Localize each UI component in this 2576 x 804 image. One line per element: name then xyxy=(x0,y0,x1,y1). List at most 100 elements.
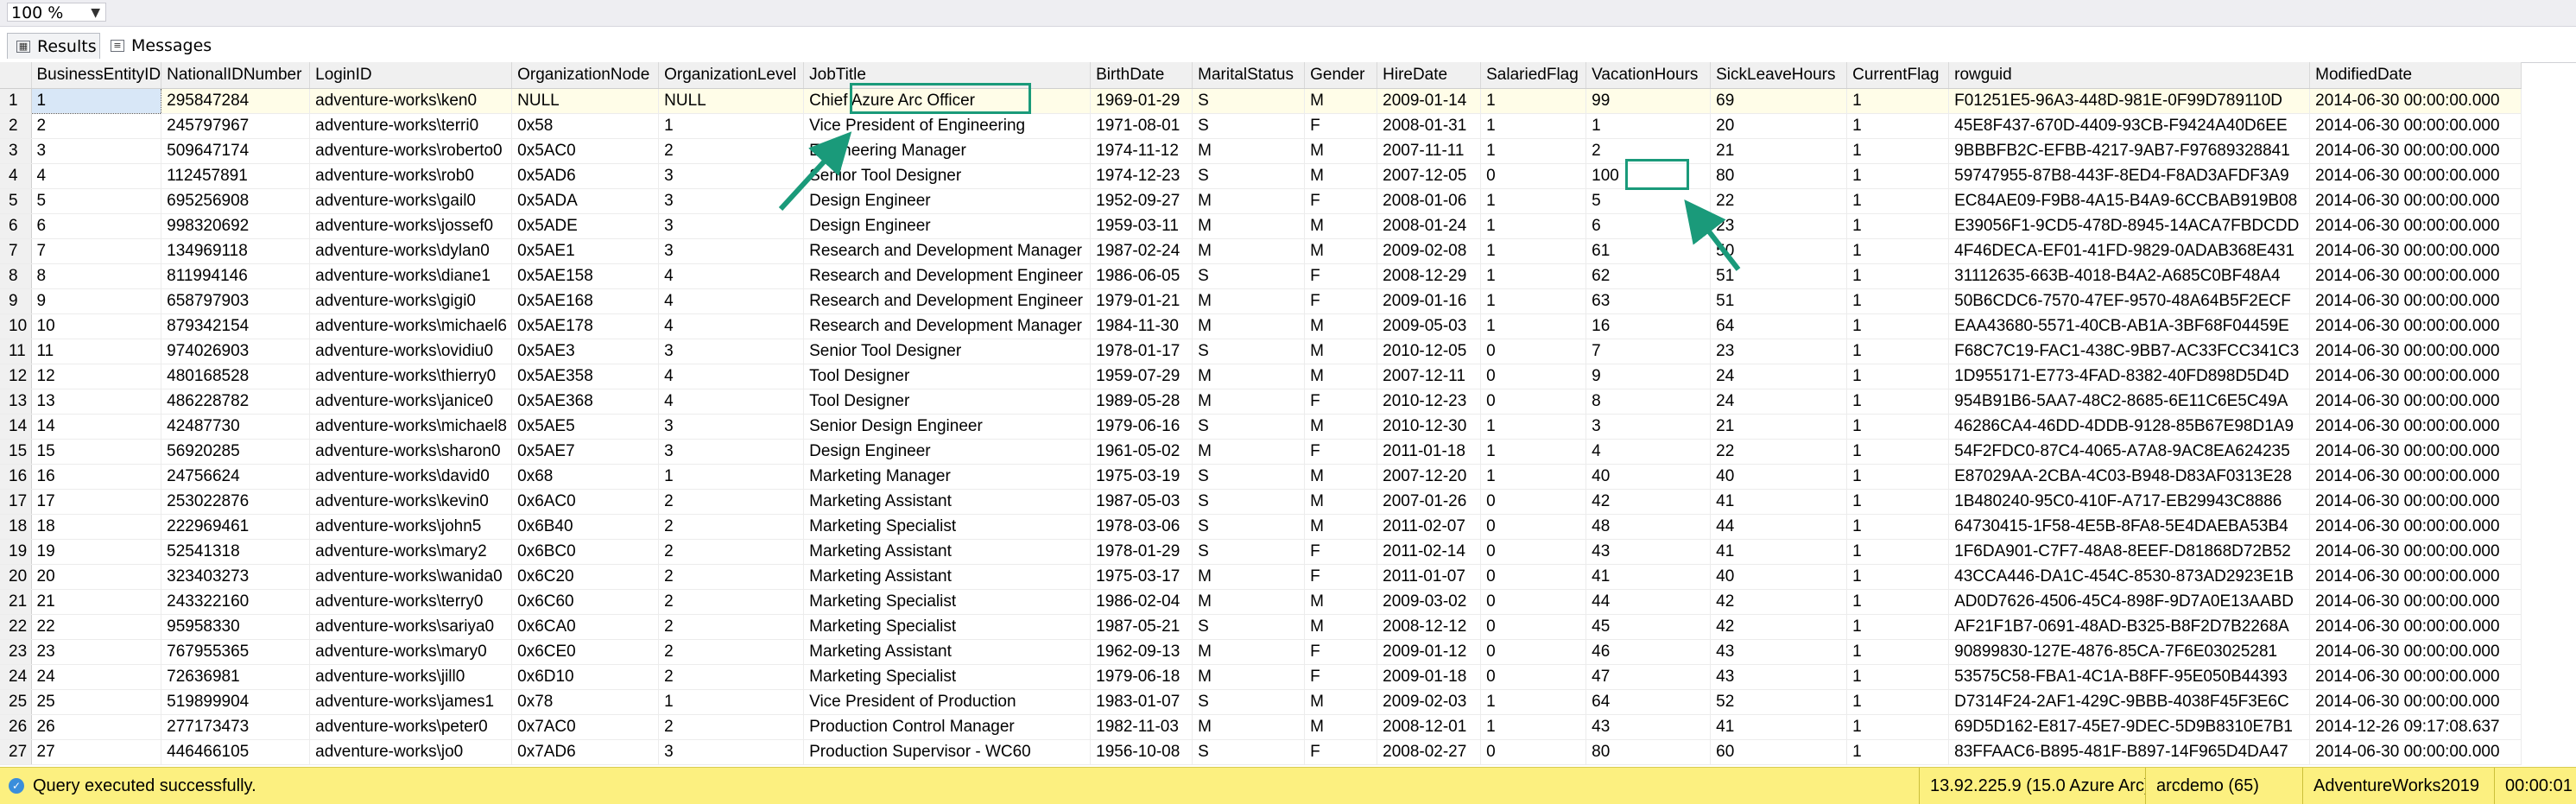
table-cell[interactable]: 3 xyxy=(658,188,805,214)
table-cell[interactable]: S xyxy=(1192,514,1306,540)
table-cell[interactable]: 1D955171-E773-4FAD-8382-40FD898D5D4D xyxy=(1948,364,2311,389)
table-cell[interactable]: M xyxy=(1304,464,1378,490)
table-cell[interactable]: 2009-01-18 xyxy=(1377,664,1482,690)
table-cell[interactable]: Senior Tool Designer xyxy=(803,163,1092,189)
row-number[interactable]: 5 xyxy=(0,188,32,214)
table-row[interactable]: 17 17 253022876 adventure-works\kevin0 0x6AC… xyxy=(0,489,2522,515)
table-cell[interactable]: 64 xyxy=(1585,689,1712,715)
column-header[interactable]: ModifiedDate xyxy=(2309,62,2522,89)
table-cell[interactable]: 1 xyxy=(1480,188,1587,214)
table-cell[interactable]: M xyxy=(1192,564,1306,590)
table-cell[interactable]: 2007-12-11 xyxy=(1377,364,1482,389)
table-row[interactable]: 1 1 295847284 adventure-works\ken0 NULL NULL C… xyxy=(0,87,2522,114)
table-cell[interactable]: 1 xyxy=(1846,313,1950,339)
table-cell[interactable]: 253022876 xyxy=(161,489,311,515)
table-cell[interactable]: 2 xyxy=(658,539,805,565)
table-cell[interactable]: 2 xyxy=(658,514,805,540)
table-cell[interactable]: 95958330 xyxy=(161,614,311,640)
table-row[interactable]: 14 14 42487730 adventure-works\michael8 0x5A… xyxy=(0,414,2522,440)
table-cell[interactable]: 2010-12-05 xyxy=(1377,339,1482,364)
table-cell[interactable]: S xyxy=(1192,539,1306,565)
table-cell[interactable]: 1 xyxy=(1846,639,1950,665)
column-header[interactable]: CurrentFlag xyxy=(1846,62,1950,89)
table-cell[interactable]: 40 xyxy=(1710,464,1848,490)
table-cell[interactable]: 69D5D162-E817-45E7-9DEC-5D9B8310E7B1 xyxy=(1948,714,2311,740)
table-cell[interactable]: Research and Development Engineer xyxy=(803,288,1092,314)
table-cell[interactable]: Vice President of Engineering xyxy=(803,113,1092,139)
table-cell[interactable]: 1978-01-29 xyxy=(1090,539,1193,565)
table-cell[interactable]: Marketing Assistant xyxy=(803,489,1092,515)
table-cell[interactable]: 9 xyxy=(1585,364,1712,389)
table-cell[interactable]: 1952-09-27 xyxy=(1090,188,1193,214)
results-grid[interactable]: BusinessEntityID NationalIDNumber LoginID O… xyxy=(0,62,2576,767)
table-cell[interactable]: 24 xyxy=(1710,389,1848,415)
table-cell[interactable]: 8 xyxy=(31,263,162,289)
table-cell[interactable]: S xyxy=(1192,614,1306,640)
table-cell[interactable]: M xyxy=(1304,138,1378,164)
table-cell[interactable]: 41 xyxy=(1710,714,1848,740)
table-cell[interactable]: 1 xyxy=(1846,88,1950,114)
table-cell[interactable]: 20 xyxy=(1710,113,1848,139)
table-cell[interactable]: S xyxy=(1192,88,1306,114)
table-cell[interactable]: 1 xyxy=(1846,664,1950,690)
table-cell[interactable]: adventure-works\kevin0 xyxy=(309,489,513,515)
table-cell[interactable]: 0x5AE3 xyxy=(511,339,660,364)
table-cell[interactable]: 2014-06-30 00:00:00.000 xyxy=(2309,163,2522,189)
table-cell[interactable]: E87029AA-2CBA-4C03-B948-D83AF0313E28 xyxy=(1948,464,2311,490)
table-cell[interactable]: 2007-12-05 xyxy=(1377,163,1482,189)
table-cell[interactable]: adventure-works\mary0 xyxy=(309,639,513,665)
table-cell[interactable]: AF21F1B7-0691-48AD-B325-B8F2D7B2268A xyxy=(1948,614,2311,640)
table-cell[interactable]: 1 xyxy=(1480,689,1587,715)
table-cell[interactable]: 2014-06-30 00:00:00.000 xyxy=(2309,539,2522,565)
table-cell[interactable]: 1 xyxy=(1846,539,1950,565)
table-cell[interactable]: 13 xyxy=(31,389,162,415)
table-cell[interactable]: 48 xyxy=(1585,514,1712,540)
table-cell[interactable]: 767955365 xyxy=(161,639,311,665)
table-cell[interactable]: 2008-01-31 xyxy=(1377,113,1482,139)
table-cell[interactable]: Vice President of Production xyxy=(803,689,1092,715)
table-cell[interactable]: F xyxy=(1304,639,1378,665)
table-cell[interactable]: 1 xyxy=(30,87,162,114)
table-cell[interactable]: 3 xyxy=(658,163,805,189)
row-number[interactable]: 15 xyxy=(0,439,32,465)
table-cell[interactable]: 1975-03-17 xyxy=(1090,564,1193,590)
table-cell[interactable]: M xyxy=(1192,213,1306,239)
table-cell[interactable]: 2014-06-30 00:00:00.000 xyxy=(2309,113,2522,139)
table-cell[interactable]: 0x5AE1 xyxy=(511,238,660,264)
table-cell[interactable]: 1 xyxy=(658,113,805,139)
table-cell[interactable]: 4 xyxy=(1585,439,1712,465)
table-cell[interactable]: 2014-06-30 00:00:00.000 xyxy=(2309,689,2522,715)
table-cell[interactable]: 0 xyxy=(1480,589,1587,615)
table-cell[interactable]: 1 xyxy=(1480,138,1587,164)
table-cell[interactable]: 4 xyxy=(31,163,162,189)
table-row[interactable]: 3 3 509647174 adventure-works\roberto0 0x5AC… xyxy=(0,138,2522,164)
row-number[interactable]: 23 xyxy=(0,639,32,665)
table-cell[interactable]: 23 xyxy=(1710,339,1848,364)
table-cell[interactable]: 1 xyxy=(1480,313,1587,339)
table-cell[interactable]: 3 xyxy=(1585,414,1712,440)
table-cell[interactable]: 2014-06-30 00:00:00.000 xyxy=(2309,364,2522,389)
table-row[interactable]: 21 21 243322160 adventure-works\terry0 0x6C6… xyxy=(0,589,2522,615)
table-cell[interactable]: 50B6CDC6-7570-47EF-9570-48A64B5F2ECF xyxy=(1948,288,2311,314)
table-cell[interactable]: 2014-06-30 00:00:00.000 xyxy=(2309,464,2522,490)
table-cell[interactable]: 2014-06-30 00:00:00.000 xyxy=(2309,489,2522,515)
table-cell[interactable]: 80 xyxy=(1585,739,1712,765)
table-cell[interactable]: 4 xyxy=(658,389,805,415)
table-cell[interactable]: 45 xyxy=(1585,614,1712,640)
table-cell[interactable]: E39056F1-9CD5-478D-8945-14ACA7FBDCDD xyxy=(1948,213,2311,239)
row-number[interactable]: 14 xyxy=(0,414,32,440)
table-cell[interactable]: 2008-02-27 xyxy=(1377,739,1482,765)
table-cell[interactable]: 2008-12-29 xyxy=(1377,263,1482,289)
table-cell[interactable]: M xyxy=(1192,238,1306,264)
table-cell[interactable]: 295847284 xyxy=(161,88,311,114)
table-cell[interactable]: 2009-02-03 xyxy=(1377,689,1482,715)
table-row[interactable]: 7 7 134969118 adventure-works\dylan0 0x5AE1 3… xyxy=(0,238,2522,264)
table-cell[interactable]: 19 xyxy=(31,539,162,565)
table-cell[interactable]: 63 xyxy=(1585,288,1712,314)
table-cell[interactable]: 4 xyxy=(658,313,805,339)
table-cell[interactable]: Marketing Specialist xyxy=(803,514,1092,540)
table-cell[interactable]: 954B91B6-5AA7-48C2-8685-6E11C6E5C49A xyxy=(1948,389,2311,415)
table-cell[interactable]: 0x6D10 xyxy=(511,664,660,690)
table-row[interactable]: 18 18 222969461 adventure-works\john5 0x6B40… xyxy=(0,514,2522,540)
table-cell[interactable]: 8 xyxy=(1585,389,1712,415)
